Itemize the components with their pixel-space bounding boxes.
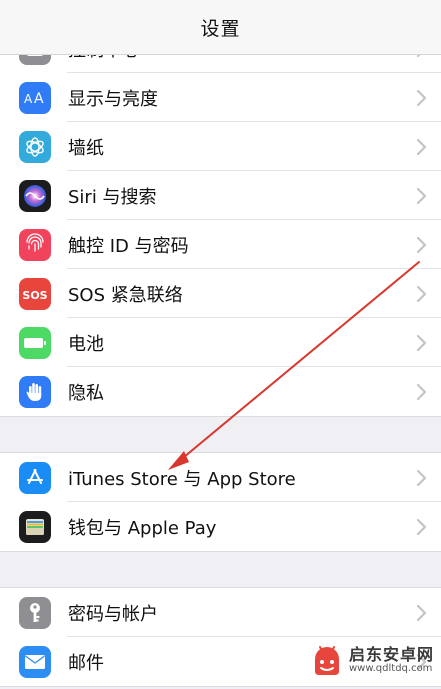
settings-row-privacy[interactable]: 隐私: [0, 367, 441, 416]
chevron-right-icon: [416, 236, 427, 253]
settings-row-label: 钱包与 Apple Pay: [68, 517, 217, 539]
chevron-right-icon: [416, 138, 427, 155]
settings-row-passwords-accounts[interactable]: 密码与帐户: [0, 588, 441, 637]
chevron-right-icon: [416, 469, 427, 486]
settings-row-label: 显示与亮度: [68, 88, 158, 110]
mail-icon: [19, 645, 51, 678]
wallpaper-icon: [19, 130, 51, 163]
settings-row-label: 触控 ID 与密码: [68, 235, 189, 257]
settings-row-label: iTunes Store 与 App Store: [68, 468, 296, 490]
battery-icon: [19, 326, 51, 359]
svg-text:SOS: SOS: [22, 289, 47, 302]
settings-row-label: Siri 与搜索: [68, 186, 157, 208]
chevron-right-icon: [416, 604, 427, 621]
settings-row-touch-id[interactable]: 触控 ID 与密码: [0, 220, 441, 269]
settings-row-battery[interactable]: 电池: [0, 318, 441, 367]
settings-group-1: 控制中心 AA 显示与亮度 墙纸: [0, 23, 441, 417]
app-store-icon: [19, 461, 51, 494]
chevron-right-icon: [416, 383, 427, 400]
settings-row-display-brightness[interactable]: AA 显示与亮度: [0, 73, 441, 122]
chevron-right-icon: [416, 187, 427, 204]
settings-row-siri[interactable]: Siri 与搜索: [0, 171, 441, 220]
key-icon: [19, 596, 51, 629]
privacy-hand-icon: [19, 375, 51, 408]
chevron-right-icon: [416, 285, 427, 302]
settings-row-label: 邮件: [68, 652, 104, 674]
siri-icon: [19, 179, 51, 212]
settings-row-label: 电池: [68, 333, 104, 355]
chevron-right-icon: [416, 334, 427, 351]
settings-row-itunes-app-store[interactable]: iTunes Store 与 App Store: [0, 453, 441, 502]
svg-text:A: A: [24, 92, 33, 106]
chevron-right-icon: [416, 89, 427, 106]
watermark-name: 启东安卓网: [349, 645, 435, 665]
watermark-url: www.qdltdq.com: [349, 663, 433, 675]
settings-row-label: 密码与帐户: [68, 603, 158, 625]
settings-group-2: iTunes Store 与 App Store 钱包与 Apple Pay: [0, 452, 441, 552]
touch-id-icon: [19, 228, 51, 261]
watermark-logo-icon: [315, 646, 339, 675]
wallet-icon: [19, 510, 51, 543]
svg-text:A: A: [34, 91, 44, 107]
display-brightness-icon: AA: [19, 81, 51, 114]
settings-row-label: 墙纸: [68, 137, 104, 159]
watermark: 启东安卓网 www.qdltdq.com: [309, 641, 437, 681]
nav-bar: 设置: [0, 0, 441, 55]
settings-row-wallet[interactable]: 钱包与 Apple Pay: [0, 502, 441, 551]
settings-row-sos[interactable]: SOS SOS 紧急联络: [0, 269, 441, 318]
settings-row-label: 隐私: [68, 382, 104, 404]
settings-row-label: SOS 紧急联络: [68, 284, 183, 306]
page-title: 设置: [200, 17, 241, 40]
settings-row-wallpaper[interactable]: 墙纸: [0, 122, 441, 171]
sos-icon: SOS: [19, 277, 51, 310]
chevron-right-icon: [416, 518, 427, 535]
